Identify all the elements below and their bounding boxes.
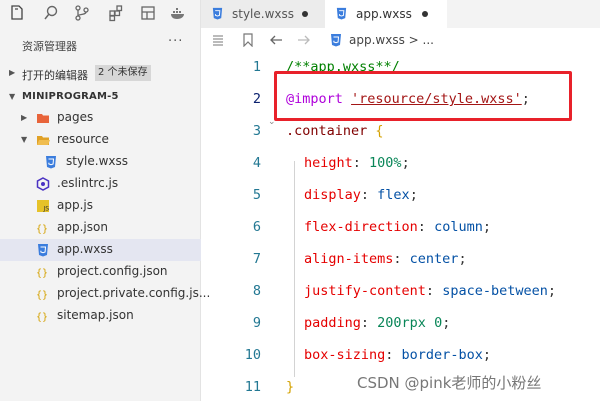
files-icon[interactable]	[8, 4, 26, 22]
chevron-right-icon: ▶	[9, 68, 16, 77]
tree-item-pages[interactable]: ▶ pages	[0, 107, 201, 129]
search-icon[interactable]	[42, 4, 60, 22]
css-file-icon	[212, 7, 223, 20]
tree-item-sitemap[interactable]: {} sitemap.json	[0, 305, 201, 327]
code-line-property: align-items: center;	[304, 251, 467, 267]
line-number: 6	[252, 219, 261, 235]
code-line-property: box-sizing: border-box;	[304, 347, 491, 363]
extensions-icon[interactable]	[107, 4, 125, 22]
eslint-icon	[36, 177, 50, 191]
editor-tab-bar: style.wxss app.wxss	[201, 0, 600, 28]
json-file-icon: {}	[36, 224, 48, 235]
css-file-icon	[46, 156, 56, 169]
svg-text:{}: {}	[36, 312, 48, 323]
svg-text:{}: {}	[36, 290, 48, 301]
css-file-icon	[336, 7, 347, 20]
tree-item-app-wxss[interactable]: app.wxss	[0, 239, 201, 261]
tab-app-wxss[interactable]: app.wxss	[325, 0, 447, 28]
code-line-property: padding: 200rpx 0;	[304, 315, 451, 331]
tree-item-label: resource	[57, 132, 109, 146]
chevron-right-icon: ▶	[21, 113, 28, 122]
svg-text:{}: {}	[36, 268, 48, 279]
js-file-icon: JS	[37, 200, 50, 213]
explorer-sidebar: 资源管理器 ··· ▶ 打开的编辑器 2 个未保存 ▼ MINIPROGRAM-…	[0, 0, 210, 401]
line-number: 10	[244, 347, 261, 363]
unsaved-dot-icon[interactable]	[302, 11, 308, 17]
tree-item-eslintrc[interactable]: .eslintrc.js	[0, 173, 201, 195]
breadcrumb: app.wxss > ...	[201, 28, 600, 52]
tree-item-label: app.wxss	[57, 242, 113, 256]
forward-arrow-icon[interactable]	[297, 33, 311, 47]
watermark: CSDN @pink老师的小粉丝	[357, 374, 542, 392]
line-number: 2	[252, 91, 261, 107]
open-editors-section[interactable]: ▶ 打开的编辑器 2 个未保存	[0, 64, 201, 84]
tree-item-style-wxss[interactable]: style.wxss	[0, 151, 201, 173]
line-number: 3	[252, 123, 261, 139]
tree-item-app-js[interactable]: JS app.js	[0, 195, 201, 217]
line-number: 1	[252, 59, 261, 75]
json-file-icon: {}	[36, 312, 48, 323]
indent-guide	[294, 161, 295, 377]
tree-item-label: app.json	[57, 220, 108, 234]
tree-item-app-json[interactable]: {} app.json	[0, 217, 201, 239]
chevron-down-icon: ▼	[21, 135, 28, 144]
svg-text:{}: {}	[36, 224, 48, 235]
code-line-property: display: flex;	[304, 187, 418, 203]
bookmark-icon[interactable]	[241, 33, 255, 47]
line-number: 8	[252, 283, 261, 299]
svg-text:JS: JS	[43, 206, 50, 213]
tree-item-label: .eslintrc.js	[57, 176, 119, 190]
back-arrow-icon[interactable]	[269, 33, 283, 47]
code-line-property: flex-direction: column;	[304, 219, 491, 235]
code-line-selector: .container {	[286, 123, 384, 139]
activity-bar	[0, 0, 201, 28]
project-label: MINIPROGRAM-5	[22, 91, 119, 102]
json-file-icon: {}	[36, 290, 48, 301]
css-file-icon	[38, 244, 48, 257]
tree-item-resource[interactable]: ▼ resource	[0, 129, 201, 151]
tree-item-project-private-config[interactable]: {} project.private.config.js...	[0, 283, 210, 305]
tab-style-wxss[interactable]: style.wxss	[201, 0, 325, 28]
line-number: 11	[244, 379, 261, 395]
unsaved-dot-icon[interactable]	[422, 11, 428, 17]
line-number: 7	[252, 251, 261, 267]
tab-label: style.wxss	[232, 7, 295, 21]
tab-label: app.wxss	[356, 7, 412, 21]
chevron-down-icon: ▼	[9, 92, 16, 101]
tree-item-label: app.js	[57, 198, 93, 212]
highlight-annotation-box	[274, 71, 572, 121]
more-actions-button[interactable]: ···	[168, 34, 183, 49]
docker-icon[interactable]	[169, 4, 187, 22]
layout-icon[interactable]	[139, 4, 157, 22]
code-line-property: justify-content: space-between;	[304, 283, 556, 299]
tree-item-label: sitemap.json	[57, 308, 134, 322]
explorer-title: 资源管理器	[22, 40, 77, 53]
line-number: 9	[252, 315, 261, 331]
source-control-icon[interactable]	[73, 4, 91, 22]
unsaved-badge: 2 个未保存	[95, 65, 151, 81]
code-line-close-brace: }	[286, 379, 295, 395]
tree-item-label: style.wxss	[66, 154, 129, 168]
tree-item-label: project.private.config.js...	[57, 286, 211, 300]
line-number: 4	[252, 155, 261, 171]
json-file-icon: {}	[36, 268, 48, 279]
line-number: 5	[252, 187, 261, 203]
list-icon[interactable]	[211, 33, 225, 47]
css-file-icon	[331, 34, 341, 47]
tree-item-label: pages	[57, 110, 94, 124]
folder-open-icon	[37, 136, 50, 145]
code-line-property: height: 100%;	[304, 155, 410, 171]
breadcrumb-file[interactable]: app.wxss > ...	[349, 33, 434, 47]
open-editors-label: 打开的编辑器	[22, 69, 88, 82]
tree-item-label: project.config.json	[57, 264, 168, 278]
folder-icon	[37, 114, 49, 123]
project-section[interactable]: ▼ MINIPROGRAM-5	[0, 88, 201, 108]
tree-item-project-config[interactable]: {} project.config.json	[0, 261, 201, 283]
